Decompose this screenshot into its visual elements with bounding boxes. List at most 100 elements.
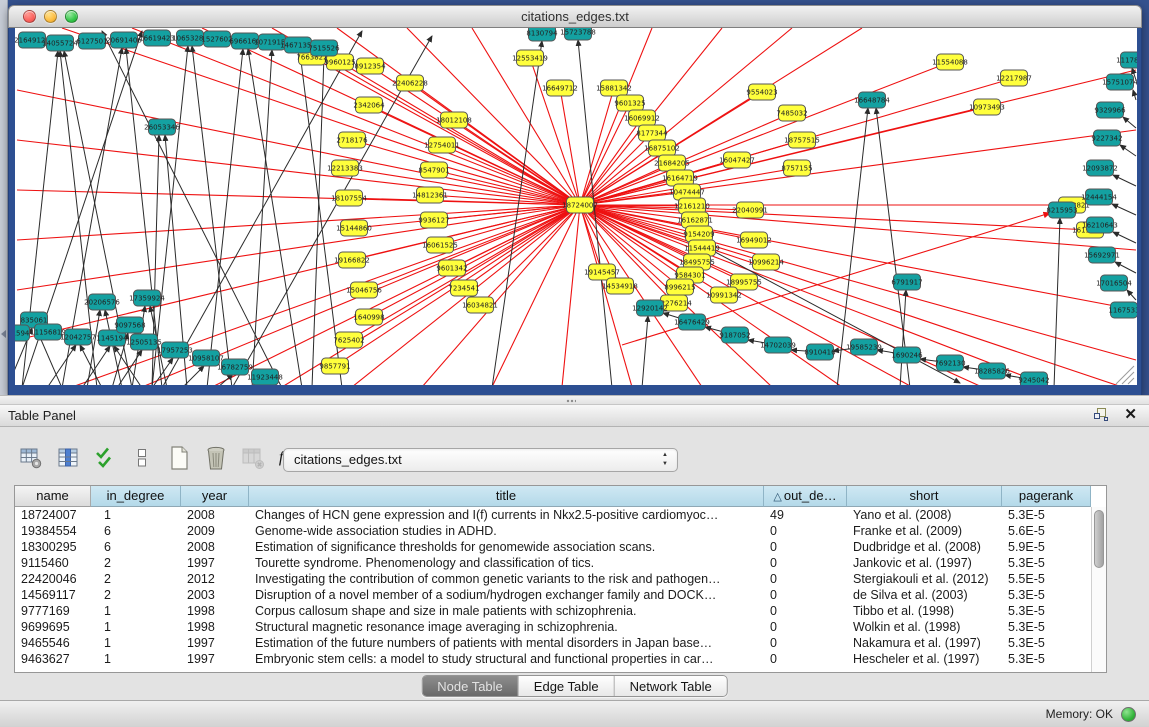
table-cell[interactable]: 6 bbox=[91, 523, 181, 539]
graph-edge[interactable] bbox=[1133, 90, 1136, 100]
float-panel-icon[interactable] bbox=[1094, 408, 1108, 422]
table-cell[interactable]: 2012 bbox=[181, 571, 249, 587]
table-cell[interactable]: 1998 bbox=[181, 619, 249, 635]
tab-edge-table[interactable]: Edge Table bbox=[519, 676, 615, 696]
network-graph[interactable]: 1872400776638229960125891235423420642718… bbox=[15, 28, 1137, 385]
graph-node[interactable]: 12444154 bbox=[1081, 189, 1117, 205]
column-header-name[interactable]: name bbox=[15, 486, 91, 507]
table-cell[interactable]: 0 bbox=[764, 587, 847, 603]
graph-node-selected[interactable]: 9936127 bbox=[418, 212, 449, 228]
graph-edge[interactable] bbox=[364, 205, 580, 290]
graph-node-selected[interactable]: 22406228 bbox=[392, 75, 428, 91]
graph-node-selected[interactable]: 16069912 bbox=[624, 110, 660, 126]
table-cell[interactable]: 1 bbox=[91, 651, 181, 667]
table-cell[interactable]: Investigating the contribution of common… bbox=[249, 571, 764, 587]
graph-node[interactable]: 8130794 bbox=[526, 28, 558, 41]
table-cell[interactable]: 5.3E-5 bbox=[1002, 507, 1091, 523]
table-cell[interactable]: Yano et al. (2008) bbox=[847, 507, 1002, 523]
graph-edge[interactable] bbox=[900, 290, 906, 385]
tab-node-table[interactable]: Node Table bbox=[422, 676, 519, 696]
table-cell[interactable]: 0 bbox=[764, 523, 847, 539]
network-window-titlebar[interactable]: citations_edges.txt bbox=[8, 5, 1142, 28]
table-cell[interactable]: 5.3E-5 bbox=[1002, 555, 1091, 571]
table-cell[interactable]: Changes of HCN gene expression and I(f) … bbox=[249, 507, 764, 523]
graph-node[interactable]: 20691406 bbox=[106, 32, 142, 48]
table-cell[interactable]: 2003 bbox=[181, 587, 249, 603]
table-cell[interactable]: 1 bbox=[91, 507, 181, 523]
graph-edge[interactable] bbox=[1123, 117, 1136, 128]
graph-node[interactable]: 8910416 bbox=[804, 344, 836, 360]
column-header-title[interactable]: title bbox=[249, 486, 764, 507]
table-cell[interactable]: 5.3E-5 bbox=[1002, 635, 1091, 651]
table-scrollbar[interactable] bbox=[1091, 507, 1106, 672]
graph-edge[interactable] bbox=[369, 105, 580, 205]
table-row[interactable]: 946554611997Estimation of the future num… bbox=[15, 635, 1106, 651]
graph-node-selected[interactable]: 15046756 bbox=[346, 282, 382, 298]
table-cell[interactable]: Estimation of the future numbers of pati… bbox=[249, 635, 764, 651]
graph-node[interactable]: 14702039 bbox=[760, 337, 796, 353]
table-cell[interactable]: Hescheler et al. (1997) bbox=[847, 651, 1002, 667]
table-cell[interactable]: Corpus callosum shape and size in male p… bbox=[249, 603, 764, 619]
column-header-out_de[interactable]: △out_de… bbox=[764, 486, 847, 507]
table-row[interactable]: 1872400712008Changes of HCN gene express… bbox=[15, 507, 1106, 523]
graph-node[interactable]: 16648784 bbox=[854, 92, 890, 108]
show-columns-button[interactable] bbox=[55, 445, 81, 471]
graph-node[interactable]: 7515526 bbox=[308, 40, 340, 56]
graph-node[interactable]: 26053346 bbox=[144, 119, 180, 135]
table-cell[interactable]: Franke et al. (2009) bbox=[847, 523, 1002, 539]
table-cell[interactable]: 22420046 bbox=[15, 571, 91, 587]
table-cell[interactable]: 2008 bbox=[181, 507, 249, 523]
column-header-short[interactable]: short bbox=[847, 486, 1002, 507]
graph-node-selected[interactable]: 8912354 bbox=[354, 58, 386, 74]
graph-node-selected[interactable]: 12213383 bbox=[327, 160, 363, 176]
table-cell[interactable]: Dudbridge et al. (2008) bbox=[847, 539, 1002, 555]
table-cell[interactable]: Disruption of a novel member of a sodium… bbox=[249, 587, 764, 603]
graph-node[interactable]: 9227342 bbox=[1091, 130, 1122, 146]
graph-node-selected[interactable]: 11554088 bbox=[932, 54, 968, 70]
scrollbar-thumb[interactable] bbox=[1094, 510, 1104, 568]
graph-node-selected[interactable]: 7234541 bbox=[448, 280, 479, 296]
table-cell[interactable]: 5.3E-5 bbox=[1002, 603, 1091, 619]
graph-node[interactable]: 15751074 bbox=[1102, 74, 1137, 90]
graph-node-selected[interactable]: 10973493 bbox=[969, 99, 1005, 115]
graph-edge[interactable] bbox=[1115, 262, 1136, 273]
table-row[interactable]: 977716911998Corpus callosum shape and si… bbox=[15, 603, 1106, 619]
graph-node-selected[interactable]: 18724007 bbox=[562, 197, 598, 213]
graph-node[interactable]: 11923448 bbox=[247, 369, 283, 385]
graph-node[interactable]: 9329966 bbox=[1094, 102, 1126, 118]
graph-node[interactable]: 6791917 bbox=[891, 274, 922, 290]
graph-node[interactable]: 11178892 bbox=[1116, 52, 1137, 68]
graph-node-selected[interactable]: 10996214 bbox=[748, 254, 784, 270]
graph-node-selected[interactable]: 9554023 bbox=[746, 84, 777, 100]
graph-node-selected[interactable]: 12754011 bbox=[424, 137, 460, 153]
graph-node-selected[interactable]: 8996215 bbox=[664, 279, 695, 295]
table-cell[interactable]: 0 bbox=[764, 571, 847, 587]
graph-edge[interactable] bbox=[1120, 145, 1136, 156]
graph-node[interactable]: 16210643 bbox=[1082, 217, 1118, 233]
table-cell[interactable]: 18724007 bbox=[15, 507, 91, 523]
graph-edge[interactable] bbox=[642, 316, 648, 385]
panel-splitter[interactable] bbox=[0, 395, 1149, 405]
minimize-window-button[interactable] bbox=[44, 10, 57, 23]
graph-node-selected[interactable]: 18757515 bbox=[784, 132, 820, 148]
graph-node-selected[interactable]: 19166822 bbox=[334, 252, 370, 268]
graph-node-selected[interactable]: 2342064 bbox=[353, 97, 385, 113]
close-window-button[interactable] bbox=[23, 10, 36, 23]
graph-node[interactable]: 1167533 bbox=[1108, 302, 1137, 318]
table-cell[interactable]: 49 bbox=[764, 507, 847, 523]
left-panel-strip[interactable] bbox=[0, 0, 8, 395]
graph-edge[interactable] bbox=[422, 205, 580, 385]
table-row[interactable]: 911546021997Tourette syndrome. Phenomeno… bbox=[15, 555, 1106, 571]
graph-node[interactable]: 15692971 bbox=[1084, 247, 1120, 263]
graph-edge[interactable] bbox=[47, 345, 76, 385]
graph-node-selected[interactable]: 8757155 bbox=[781, 160, 812, 176]
graph-node[interactable]: 18285826 bbox=[974, 363, 1010, 379]
table-cell[interactable]: 1 bbox=[91, 603, 181, 619]
graph-node[interactable]: 12042757 bbox=[60, 329, 96, 345]
select-all-button[interactable] bbox=[92, 445, 118, 471]
zoom-window-button[interactable] bbox=[65, 10, 78, 23]
table-cell[interactable]: 0 bbox=[764, 619, 847, 635]
graph-node[interactable]: 15723788 bbox=[560, 28, 596, 40]
graph-node[interactable]: 391594 bbox=[15, 325, 30, 341]
graph-node[interactable]: 17359924 bbox=[129, 290, 165, 306]
